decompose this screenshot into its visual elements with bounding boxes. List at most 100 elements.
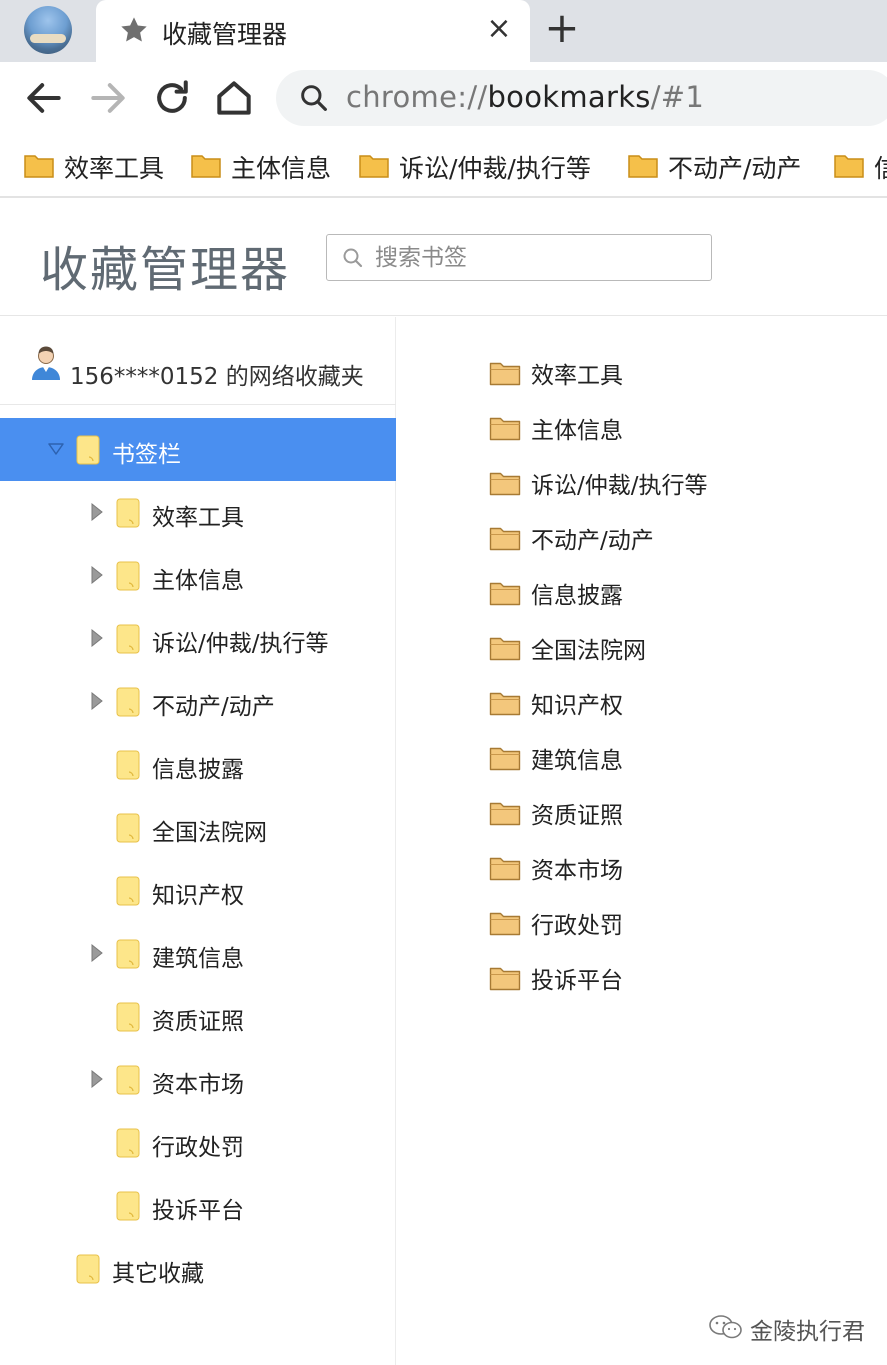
tree-item-label: 主体信息 (152, 568, 244, 594)
tree-item[interactable]: 知识产权 (0, 859, 396, 922)
tree-item[interactable]: 行政处罚 (0, 1111, 396, 1174)
expand-arrow-icon[interactable] (48, 442, 64, 456)
user-icon (32, 346, 60, 380)
expand-arrow-icon[interactable] (90, 1070, 104, 1088)
new-tab-button[interactable]: + (542, 7, 582, 49)
list-item[interactable]: 资质证照 (489, 794, 869, 834)
tree-item-label: 资本市场 (152, 1072, 244, 1098)
list-item-label: 知识产权 (531, 693, 623, 719)
folder-icon (76, 435, 100, 465)
list-item[interactable]: 知识产权 (489, 684, 869, 724)
url-host: bookmarks (487, 80, 651, 114)
reload-icon[interactable] (150, 76, 194, 120)
list-item-label: 主体信息 (531, 418, 623, 444)
tree-item-label: 书签栏 (112, 442, 181, 468)
expand-arrow-icon[interactable] (90, 944, 104, 962)
folder-icon (116, 687, 140, 717)
close-tab-icon[interactable]: × (483, 13, 515, 45)
folder-tree: 156****0152 的网络收藏夹 书签栏 效率工具主体信息诉讼/仲裁/执行等… (0, 317, 396, 1365)
folder-icon (489, 967, 521, 991)
list-item-label: 建筑信息 (531, 748, 623, 774)
list-item[interactable]: 建筑信息 (489, 739, 869, 779)
list-item[interactable]: 诉讼/仲裁/执行等 (489, 464, 869, 504)
folder-icon (116, 813, 140, 843)
bookmarks-bar-label: 诉讼/仲裁/执行等 (399, 154, 591, 183)
tab-title: 收藏管理器 (162, 20, 288, 49)
tree-item[interactable]: 效率工具 (0, 481, 396, 544)
list-item[interactable]: 主体信息 (489, 409, 869, 449)
list-item-label: 不动产/动产 (531, 528, 654, 554)
manager-header: 收藏管理器 (0, 200, 887, 316)
folder-icon (489, 582, 521, 606)
home-icon[interactable] (212, 76, 256, 120)
tree-item-label: 其它收藏 (112, 1261, 204, 1287)
tree-item-label: 信息披露 (152, 757, 244, 783)
folder-icon (116, 1128, 140, 1158)
search-input[interactable] (375, 241, 695, 274)
folder-icon (116, 1065, 140, 1095)
folder-icon (76, 1254, 100, 1284)
list-item-label: 资本市场 (531, 858, 623, 884)
folder-icon (489, 527, 521, 551)
account-label: 156****0152 的网络收藏夹 (70, 364, 364, 390)
tree-item-label: 诉讼/仲裁/执行等 (152, 631, 329, 657)
address-bar[interactable]: chrome://bookmarks/#1 (276, 70, 887, 126)
expand-arrow-icon[interactable] (90, 566, 104, 584)
folder-icon (191, 155, 221, 178)
folder-icon (116, 1191, 140, 1221)
tree-item[interactable]: 信息披露 (0, 733, 396, 796)
forward-arrow-icon[interactable] (86, 76, 130, 120)
tree-item[interactable]: 诉讼/仲裁/执行等 (0, 607, 396, 670)
tree-item[interactable]: 不动产/动产 (0, 670, 396, 733)
tree-item[interactable]: 建筑信息 (0, 922, 396, 985)
tree-item-label: 行政处罚 (152, 1135, 244, 1161)
folder-icon (489, 747, 521, 771)
tree-item[interactable]: 投诉平台 (0, 1174, 396, 1237)
back-arrow-icon[interactable] (22, 76, 66, 120)
folder-icon (116, 498, 140, 528)
tree-item[interactable]: 资本市场 (0, 1048, 396, 1111)
profile-avatar[interactable] (24, 6, 72, 54)
bookmark-list: 效率工具主体信息诉讼/仲裁/执行等 不动产/动产 信息披露全国法院网知识产权建筑信息… (397, 317, 887, 1365)
folder-icon (116, 624, 140, 654)
tree-item-label: 知识产权 (152, 883, 244, 909)
url-text: chrome://bookmarks/#1 (346, 80, 704, 114)
tree-item-label: 效率工具 (152, 505, 244, 531)
tree-item[interactable]: 主体信息 (0, 544, 396, 607)
list-item[interactable]: 投诉平台 (489, 959, 869, 999)
list-item-label: 资质证照 (531, 803, 623, 829)
list-item[interactable]: 不动产/动产 (489, 519, 869, 559)
expand-arrow-icon[interactable] (90, 629, 104, 647)
toolbar: chrome://bookmarks/#1 (0, 62, 887, 134)
list-item-label: 诉讼/仲裁/执行等 (531, 473, 708, 499)
bookmark-search-box[interactable] (326, 234, 712, 281)
tab-strip: 收藏管理器 × + (0, 0, 887, 62)
list-item-label: 全国法院网 (531, 638, 646, 664)
list-item-label: 投诉平台 (531, 968, 623, 994)
folder-icon (489, 857, 521, 881)
tree-item[interactable]: 全国法院网 (0, 796, 396, 859)
list-item[interactable]: 信息披露 (489, 574, 869, 614)
list-item[interactable]: 行政处罚 (489, 904, 869, 944)
bookmarks-bar-label: 主体信息 (231, 154, 332, 183)
expand-arrow-icon[interactable] (90, 503, 104, 521)
page-title: 收藏管理器 (40, 242, 291, 298)
expand-arrow-icon[interactable] (90, 692, 104, 710)
watermark-text: 金陵执行君 (750, 1319, 865, 1345)
folder-icon (116, 1002, 140, 1032)
url-scheme: chrome:// (346, 80, 488, 114)
search-icon (343, 248, 363, 268)
list-item[interactable]: 资本市场 (489, 849, 869, 889)
tree-item[interactable]: 资质证照 (0, 985, 396, 1048)
tree-item-bookmarks-bar[interactable]: 书签栏 (0, 418, 396, 481)
tree-item-label: 不动产/动产 (152, 694, 275, 720)
tree-item-label: 投诉平台 (152, 1198, 244, 1224)
account-header: 156****0152 的网络收藏夹 (0, 317, 396, 405)
folder-icon (489, 417, 521, 441)
folder-icon (834, 155, 864, 178)
list-item[interactable]: 效率工具 (489, 354, 869, 394)
list-item-label: 信息披露 (531, 583, 623, 609)
bookmarks-bar-label: 信 (874, 149, 887, 185)
list-item[interactable]: 全国法院网 (489, 629, 869, 669)
tree-item-other-bookmarks[interactable]: 其它收藏 (0, 1237, 396, 1300)
